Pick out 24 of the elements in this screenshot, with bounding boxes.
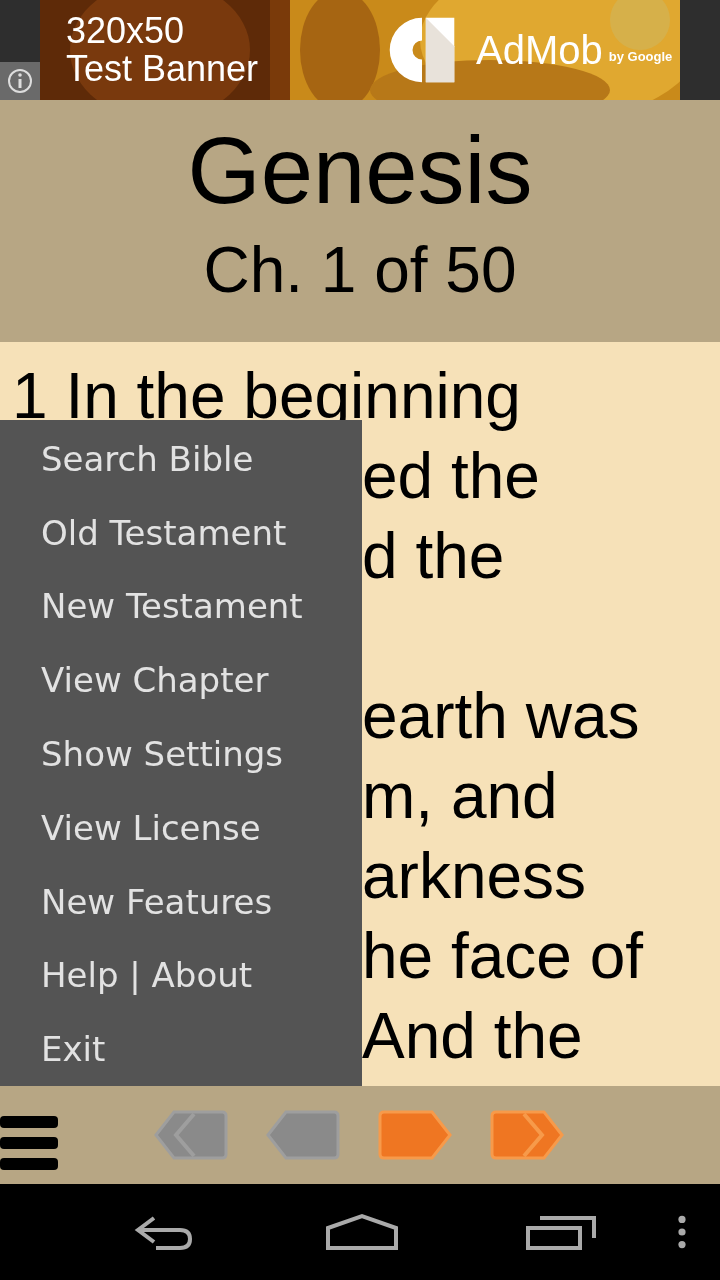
verse-text: arkness: [362, 839, 587, 914]
menu-item[interactable]: View Chapter: [0, 643, 269, 718]
menu-item[interactable]: New Features: [0, 864, 273, 939]
ad-banner[interactable]: 320x50 Test Banner AdMob by Google: [0, 0, 720, 100]
menu-item[interactable]: New Testament: [0, 569, 303, 644]
verse-text: he face of: [362, 919, 644, 994]
ad-label: Test Banner: [66, 51, 260, 87]
verse-text: ed the: [362, 439, 540, 514]
ad-brand: AdMob: [476, 27, 603, 73]
info-icon[interactable]: [0, 62, 40, 100]
verse-text: And the: [362, 999, 583, 1074]
menu-item[interactable]: View License: [0, 790, 261, 865]
chapter-label: Ch. 1 of 50: [203, 238, 517, 302]
verse-text: d the: [362, 519, 505, 594]
verse-text: m, and: [362, 759, 558, 834]
menu-item[interactable]: Show Settings: [0, 717, 283, 791]
book-title: Genesis: [187, 124, 533, 218]
ad-size-label: 320x50: [66, 13, 186, 49]
verse-text: earth was: [362, 679, 640, 754]
menu-item[interactable]: Exit: [0, 1012, 106, 1086]
menu-item[interactable]: Old Testament: [0, 495, 287, 570]
menu-item[interactable]: Help | About: [0, 938, 253, 1013]
overflow-icon[interactable]: [677, 1214, 687, 1250]
ad-brand-suffix: by Google: [608, 48, 673, 64]
